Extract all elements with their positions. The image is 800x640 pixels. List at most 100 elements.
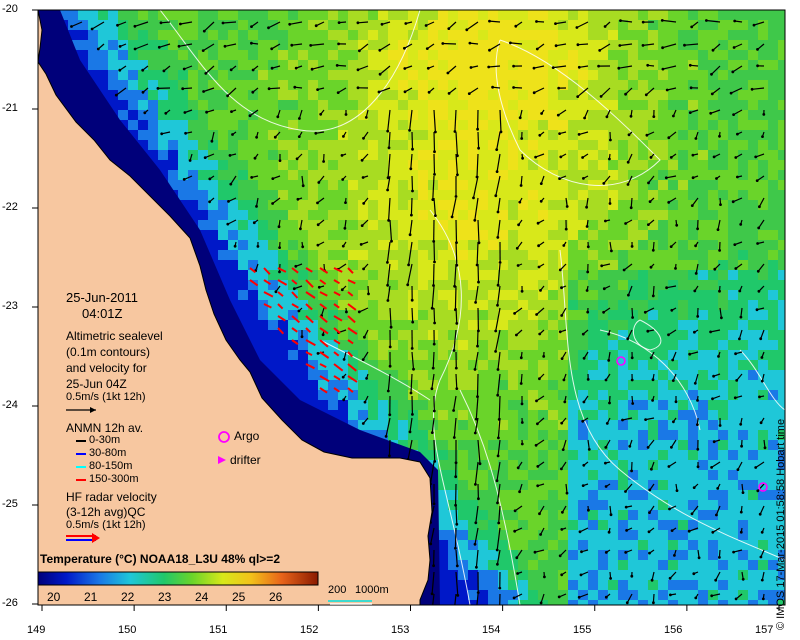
sst-cell xyxy=(518,80,528,90)
sst-cell xyxy=(308,370,318,380)
sst-cell xyxy=(708,150,718,160)
sst-cell xyxy=(278,250,288,260)
velocity-arrowhead xyxy=(181,87,185,91)
sst-cell xyxy=(488,520,498,530)
sst-cell xyxy=(768,290,778,300)
sst-cell xyxy=(328,170,338,180)
sst-cell xyxy=(638,190,648,200)
sst-cell xyxy=(698,310,708,320)
sst-cell xyxy=(688,190,698,200)
sst-cell xyxy=(678,90,688,100)
sst-cell xyxy=(168,120,178,130)
sst-cell xyxy=(538,540,548,550)
sst-cell xyxy=(468,150,478,160)
sst-cell xyxy=(368,380,378,390)
sst-cell xyxy=(478,120,488,130)
velocity-arrowhead xyxy=(387,146,391,150)
sst-cell xyxy=(728,540,738,550)
sst-cell xyxy=(298,200,308,210)
sst-cell xyxy=(648,380,658,390)
sst-cell xyxy=(488,510,498,520)
velocity-arrowhead xyxy=(293,85,297,89)
sst-cell xyxy=(208,230,218,240)
sst-cell xyxy=(678,580,688,590)
sst-cell xyxy=(358,290,368,300)
sst-cell xyxy=(688,230,698,240)
sst-cell xyxy=(388,100,398,110)
sst-cell xyxy=(748,200,758,210)
sst-cell xyxy=(398,180,408,190)
sst-cell xyxy=(288,240,298,250)
sst-cell xyxy=(698,250,708,260)
sst-cell xyxy=(208,50,218,60)
sst-cell xyxy=(398,240,408,250)
sst-cell xyxy=(458,90,468,100)
velocity-arrowhead xyxy=(96,47,100,51)
sst-cell xyxy=(598,130,608,140)
sst-cell xyxy=(158,50,168,60)
sst-cell xyxy=(158,100,168,110)
sst-cell xyxy=(338,30,348,40)
sst-cell xyxy=(328,100,338,110)
sst-cell xyxy=(458,450,468,460)
sst-cell xyxy=(768,200,778,210)
sst-cell xyxy=(378,210,388,220)
sst-cell xyxy=(778,240,785,250)
sst-cell xyxy=(508,300,518,310)
sst-cell xyxy=(628,230,638,240)
sst-cell xyxy=(78,50,88,60)
sst-cell xyxy=(318,30,328,40)
sst-cell xyxy=(378,190,388,200)
sst-cell xyxy=(368,240,378,250)
sst-cell xyxy=(698,430,708,440)
sst-cell xyxy=(738,210,748,220)
velocity-arrowhead xyxy=(575,26,579,29)
sst-cell xyxy=(268,240,278,250)
sst-cell xyxy=(528,420,538,430)
sst-cell xyxy=(698,500,708,510)
sst-cell xyxy=(718,90,728,100)
sst-cell xyxy=(598,580,608,590)
sst-cell xyxy=(518,480,528,490)
sst-cell xyxy=(218,10,228,20)
sst-cell xyxy=(418,310,428,320)
sst-cell xyxy=(358,200,368,210)
sst-cell xyxy=(718,100,728,110)
velocity-arrowhead xyxy=(295,157,299,161)
sst-cell xyxy=(418,120,428,130)
sst-cell xyxy=(528,360,538,370)
sst-cell xyxy=(378,270,388,280)
velocity-arrowhead xyxy=(467,92,471,95)
sst-cell xyxy=(738,390,748,400)
sst-cell xyxy=(468,370,478,380)
sst-cell xyxy=(458,540,468,550)
velocity-arrowhead xyxy=(718,134,721,138)
velocity-arrowhead xyxy=(141,68,145,72)
sst-cell xyxy=(588,410,598,420)
sst-cell xyxy=(348,410,358,420)
sst-cell xyxy=(638,200,648,210)
sst-cell xyxy=(778,190,785,200)
sst-cell xyxy=(438,70,448,80)
sst-cell xyxy=(268,200,278,210)
sst-cell xyxy=(508,10,518,20)
sst-cell xyxy=(638,450,648,460)
sst-cell xyxy=(568,30,578,40)
sst-cell xyxy=(488,120,498,130)
sst-cell xyxy=(618,290,628,300)
sst-cell xyxy=(678,110,688,120)
sst-cell xyxy=(228,230,238,240)
sst-cell xyxy=(238,260,248,270)
sst-cell xyxy=(508,470,518,480)
sst-cell xyxy=(308,270,318,280)
sst-cell xyxy=(728,120,738,130)
velocity-arrowhead xyxy=(364,116,368,119)
sst-cell xyxy=(288,90,298,100)
velocity-arrowhead xyxy=(535,47,539,51)
sst-cell xyxy=(608,320,618,330)
sst-cell xyxy=(378,370,388,380)
sst-cell xyxy=(638,210,648,220)
sst-cell xyxy=(378,150,388,160)
sst-cell xyxy=(778,260,785,270)
sst-cell xyxy=(678,170,688,180)
